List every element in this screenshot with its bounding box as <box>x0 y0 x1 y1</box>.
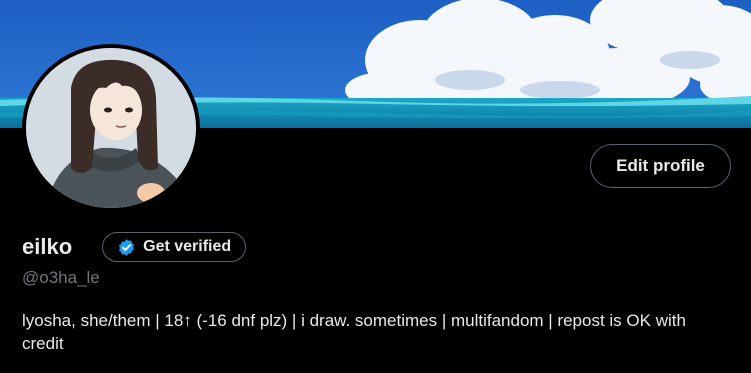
avatar-image <box>26 48 196 208</box>
edit-profile-button[interactable]: Edit profile <box>590 144 731 188</box>
display-name: eilko <box>22 234 73 259</box>
profile-bio: lyosha, she/them | 18↑ (-16 dnf plz) | i… <box>22 311 686 353</box>
verified-badge-icon <box>117 238 136 257</box>
get-verified-button[interactable]: Get verified <box>102 232 247 262</box>
name-row: eilko Get verified <box>22 232 247 262</box>
user-handle: @o3ha_le <box>22 268 100 287</box>
avatar[interactable] <box>22 44 200 212</box>
get-verified-label: Get verified <box>143 238 232 255</box>
